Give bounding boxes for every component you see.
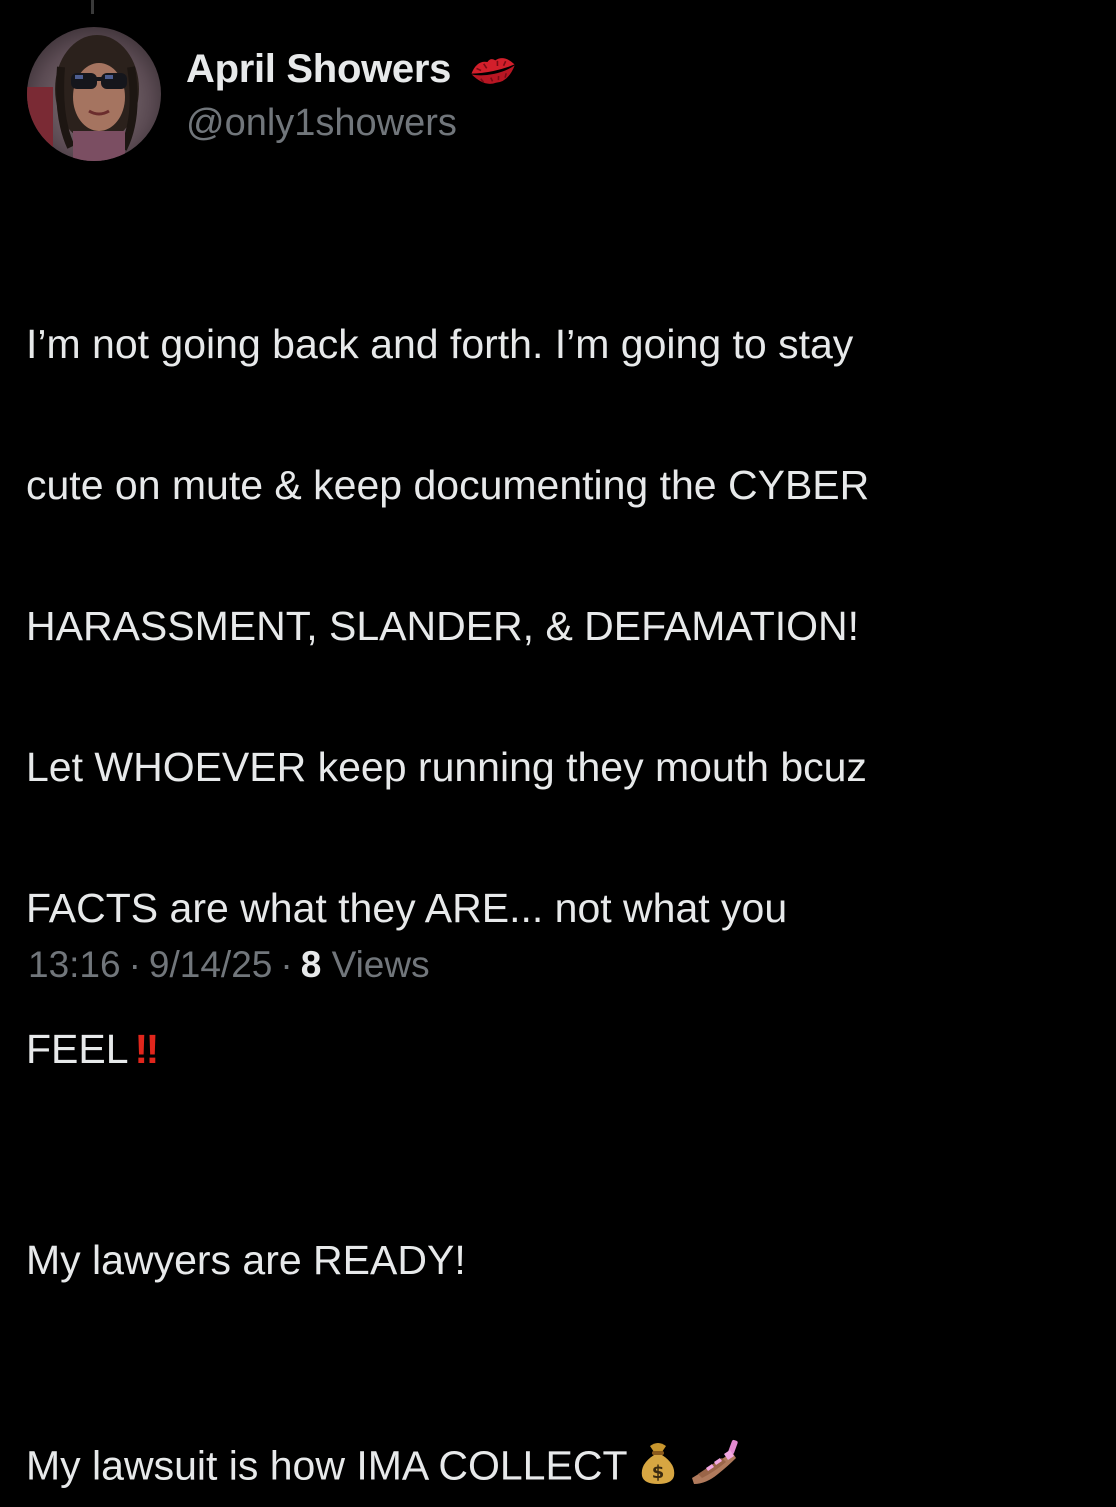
tweet-line: FEEL xyxy=(26,1026,129,1072)
author-name-row[interactable]: April Showers xyxy=(186,44,521,94)
tweet-line: FACTS are what they ARE... not what you xyxy=(26,885,787,931)
tweet-paragraph-2: My lawyers are READY! My lawsuit is how … xyxy=(26,1155,1096,1507)
tweet-line: My lawyers are READY! xyxy=(26,1237,466,1283)
tweet-line: I’m not going back and forth. I’m going … xyxy=(26,321,853,367)
tweet-line: My lawsuit is how IMA COLLECT xyxy=(26,1443,628,1489)
views-count[interactable]: 8 xyxy=(301,944,322,985)
paragraph-gap xyxy=(26,1084,1096,1155)
tweet-line: Let WHOEVER keep running they mouth bcuz xyxy=(26,744,867,790)
tweet-line: cute on mute & keep documenting the CYBE… xyxy=(26,462,869,508)
double-exclamation-icon: ‼ xyxy=(135,1026,156,1072)
tweet-date[interactable]: 9/14/25 xyxy=(149,944,272,985)
avatar-photo xyxy=(27,27,161,161)
tweet-line: HARASSMENT, SLANDER, & DEFAMATION! xyxy=(26,603,859,649)
author-handle[interactable]: @only1showers xyxy=(186,102,457,145)
tweet-metadata: 13:16·9/14/25·8 Views xyxy=(28,944,430,986)
kiss-mark-icon xyxy=(465,49,521,89)
author-display-name[interactable]: April Showers xyxy=(186,47,451,92)
svg-text:$: $ xyxy=(651,1462,664,1483)
money-bag-icon: $ xyxy=(634,1366,682,1507)
tweet-time[interactable]: 13:16 xyxy=(28,944,121,985)
thread-connector-line xyxy=(91,0,94,14)
separator-dot: · xyxy=(129,944,141,985)
views-label[interactable]: Views xyxy=(332,944,430,985)
separator-dot: · xyxy=(280,944,292,985)
tweet-text: I’m not going back and forth. I’m going … xyxy=(26,238,1096,1507)
avatar[interactable] xyxy=(27,27,161,161)
nail-polish-icon xyxy=(688,1366,744,1507)
